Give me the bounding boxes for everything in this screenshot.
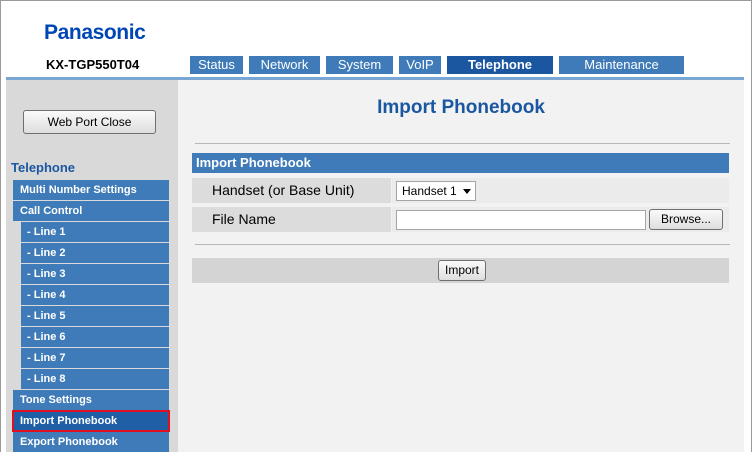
sidebar-item-line-4[interactable]: - Line 4 (21, 285, 169, 305)
handset-select-value: Handset 1 (402, 184, 457, 198)
tab-system[interactable]: System (326, 56, 393, 74)
sidebar-item-import-phonebook[interactable]: Import Phonebook (12, 410, 170, 432)
sidebar-item-line-3[interactable]: - Line 3 (21, 264, 169, 284)
browse-button[interactable]: Browse... (649, 209, 723, 230)
tab-voip[interactable]: VoIP (399, 56, 441, 74)
tab-telephone[interactable]: Telephone (447, 56, 553, 74)
file-name-row: File Name Browse... (192, 207, 729, 233)
web-port-close-button[interactable]: Web Port Close (23, 110, 156, 134)
handset-select[interactable]: Handset 1 (396, 181, 476, 201)
sidebar-item-line-7[interactable]: - Line 7 (21, 348, 169, 368)
tab-network[interactable]: Network (249, 56, 320, 74)
action-bar: Import (192, 258, 729, 283)
sidebar-section-title: Telephone (11, 160, 76, 175)
sidebar-item-line-2[interactable]: - Line 2 (21, 243, 169, 263)
form-divider (195, 244, 730, 245)
file-name-input[interactable] (396, 210, 646, 230)
sidebar-item-tone-settings[interactable]: Tone Settings (13, 390, 169, 410)
sidebar-item-line-8[interactable]: - Line 8 (21, 369, 169, 389)
handset-value-cell: Handset 1 (392, 178, 729, 203)
sidebar-item-line-1[interactable]: - Line 1 (21, 222, 169, 242)
sidebar-item-call-control[interactable]: Call Control (13, 201, 169, 221)
title-divider (195, 143, 730, 144)
sidebar-menu: Multi Number Settings Call Control - Lin… (12, 180, 170, 452)
tab-maintenance[interactable]: Maintenance (559, 56, 684, 74)
sidebar-item-line-6[interactable]: - Line 6 (21, 327, 169, 347)
file-name-value-cell: Browse... (392, 207, 729, 232)
tab-status[interactable]: Status (190, 56, 243, 74)
handset-label: Handset (or Base Unit) (192, 178, 391, 203)
handset-row: Handset (or Base Unit) Handset 1 (192, 178, 729, 204)
top-nav-tabs: Status Network System VoIP Telephone Mai… (190, 56, 684, 74)
sidebar-item-line-5[interactable]: - Line 5 (21, 306, 169, 326)
brand-logo: Panasonic (44, 21, 146, 44)
file-name-label: File Name (192, 207, 391, 232)
import-button[interactable]: Import (438, 260, 486, 281)
page-title: Import Phonebook (377, 97, 545, 118)
model-name: KX-TGP550T04 (46, 57, 140, 72)
sidebar-item-multi-number-settings[interactable]: Multi Number Settings (13, 180, 169, 200)
chevron-down-icon (463, 189, 471, 194)
section-header: Import Phonebook (192, 153, 729, 173)
sidebar-item-export-phonebook[interactable]: Export Phonebook (13, 432, 169, 452)
